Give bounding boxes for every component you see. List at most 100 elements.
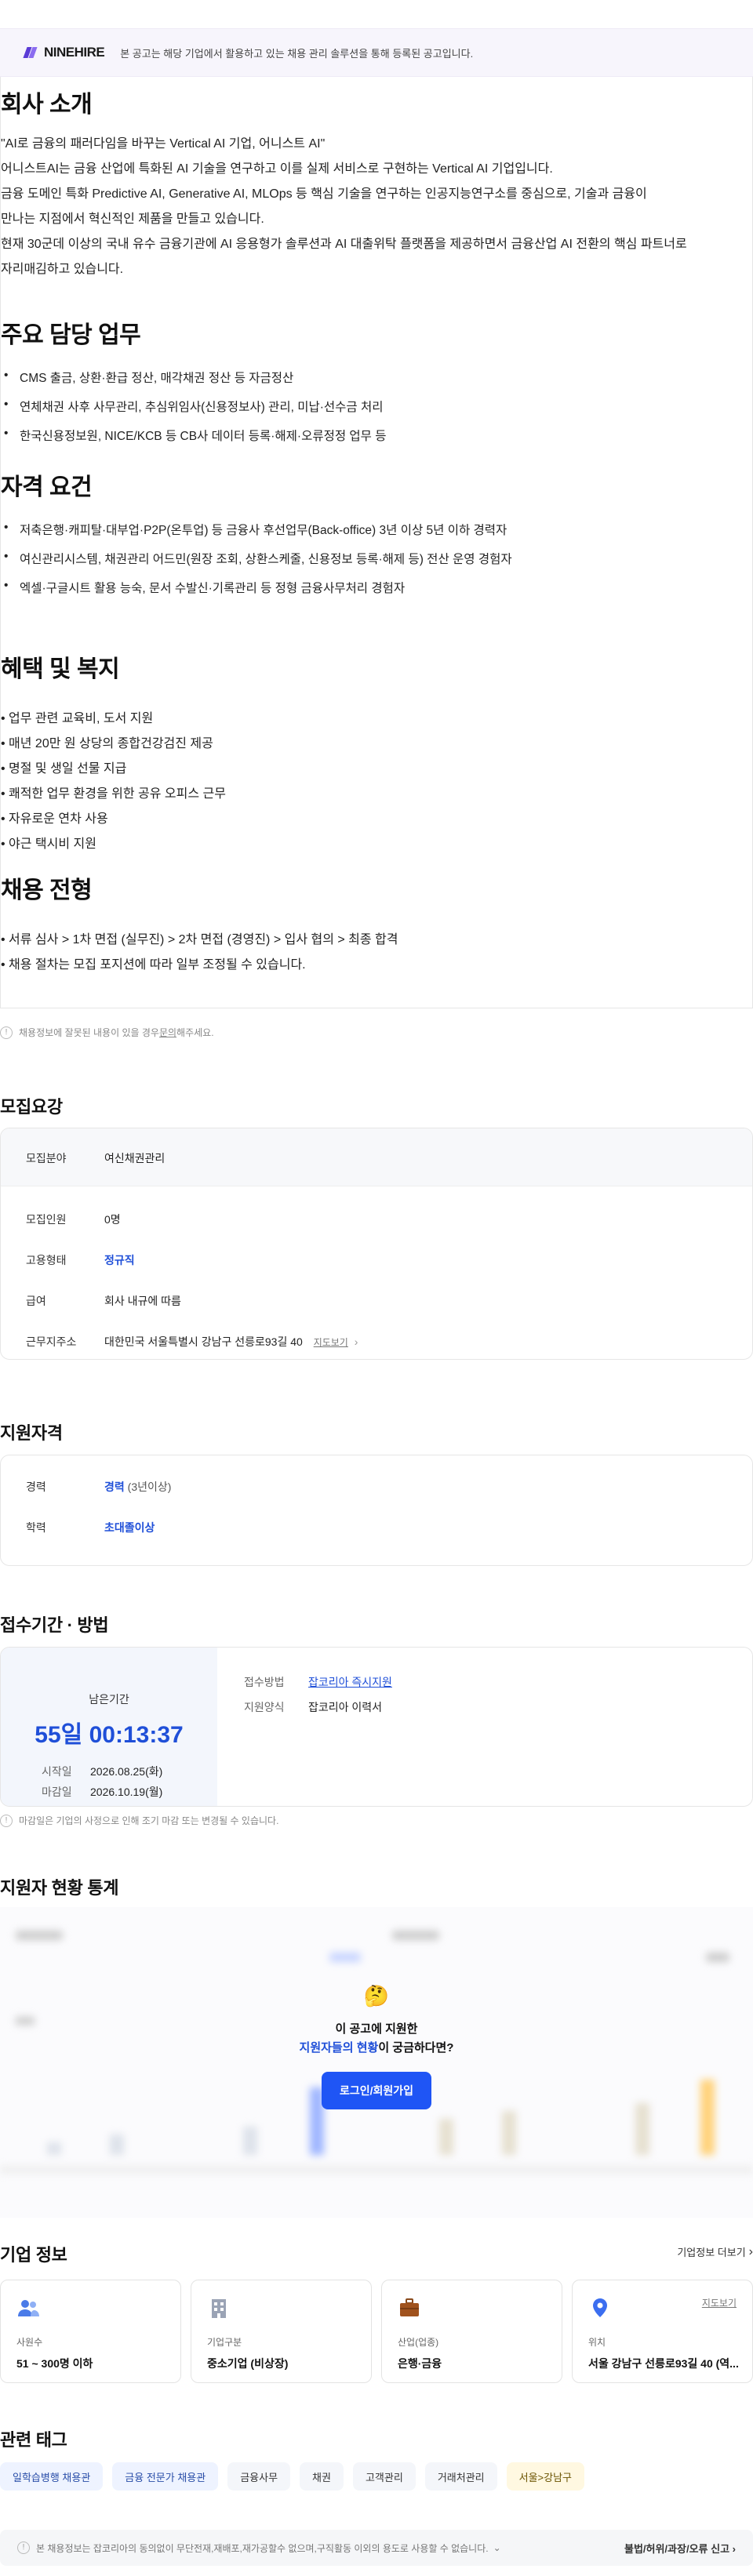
start-label: 시작일	[42, 1765, 72, 1778]
report-link[interactable]: 불법/허위/과장/오류 신고 ›	[624, 2541, 736, 2556]
benefit-item: • 명절 및 생일 선물 지급	[1, 762, 127, 776]
card-value: 51 ~ 300명 이하	[16, 2357, 93, 2370]
company-more-label: 기업정보 더보기	[677, 2247, 746, 2258]
education-value: 초대졸이상	[104, 1521, 155, 1534]
qual-item: 여신관리시스템, 채권관리 어드민(원장 조회, 상환스케줄, 신용정보 등록·…	[4, 550, 512, 567]
duty-item: 한국신용정보원, NICE/KCB 등 CB사 데이터 등록·해제·오류정정 업…	[4, 427, 386, 444]
card-value: 중소기업 (비상장)	[207, 2357, 289, 2370]
job-description: 회사 소개 "AI로 금융의 패러다임을 바꾸는 Vertical AI 기업,…	[0, 77, 753, 1008]
eligibility-title: 지원자격	[0, 1423, 63, 1443]
company-more-link[interactable]: 기업정보 더보기 ›	[677, 2244, 753, 2259]
pay-value: 회사 내규에 따름	[104, 1295, 181, 1307]
pay-label: 급여	[26, 1295, 46, 1307]
location-value: 대한민국 서울특별시 강남구 선릉로93길 40	[104, 1335, 303, 1348]
end-date: 2026.10.19(월)	[90, 1786, 163, 1798]
location-label: 근무지주소	[26, 1335, 77, 1348]
career-value: 경력	[104, 1481, 125, 1493]
building-icon	[212, 2299, 226, 2318]
company-card-industry: 산업(업종) 은행·금융	[381, 2280, 562, 2383]
duty-item: CMS 출금, 상환·환급 정산, 매각채권 정산 등 자금정산	[4, 369, 293, 386]
benefit-item: • 야근 택시비 지원	[1, 837, 96, 851]
ninehire-logo: NINEHIRE	[23, 45, 105, 60]
career-label: 경력	[26, 1481, 46, 1493]
card-value: 서울 강남구 선릉로93길 40 (역...	[588, 2357, 739, 2370]
field-value: 여신채권관리	[104, 1152, 166, 1164]
stats-panel: 🤔 이 공고에 지원한 지원자들의 현황이 궁금하다면? 로그인/회원가입	[0, 1907, 753, 2218]
deadline-note: 마감일은 기업의 사정으로 인해 조기 마감 또는 변경될 수 있습니다.	[19, 1815, 279, 1826]
card-label: 위치	[588, 2337, 606, 2348]
info-icon: !	[17, 2541, 30, 2554]
notice-text: 채용정보에 잘못된 내용이 있을 경우	[19, 1027, 159, 1038]
error-report-notice: ! 채용정보에 잘못된 내용이 있을 경우 문의 해주세요.	[0, 1026, 214, 1039]
apply-method-link[interactable]: 잡코리아 즉시지원	[308, 1674, 392, 1690]
tag-item[interactable]: 금융사무	[227, 2462, 291, 2491]
benefit-item: • 쾌적한 업무 환경을 위한 공유 오피스 근무	[1, 787, 226, 801]
ninehire-banner: NINEHIRE 본 공고는 해당 기업에서 활용하고 있는 채용 관리 솔루션…	[0, 28, 753, 77]
chevron-right-icon: ›	[748, 2244, 753, 2258]
banner-text: 본 공고는 해당 기업에서 활용하고 있는 채용 관리 솔루션을 통해 등록된 …	[120, 47, 474, 60]
tag-item[interactable]: 거래처관리	[424, 2462, 497, 2491]
copyright-text: 본 채용정보는 잡코리아의 동의없이 무단전재,재배포,재가공할수 없으며,구직…	[36, 2542, 489, 2554]
start-date: 2026.08.25(화)	[90, 1765, 163, 1778]
process-item: • 서류 심사 > 1차 면접 (실무진) > 2차 면접 (경영진) > 입사…	[1, 933, 398, 946]
tags-title: 관련 태그	[0, 2430, 67, 2450]
company-cards: 사원수 51 ~ 300명 이하 기업구분 중소기업 (비상장) 산업(업종) …	[0, 2280, 753, 2383]
intro-line: 만나는 지점에서 혁신적인 제품을 만들고 있습니다.	[1, 213, 264, 226]
map-link[interactable]: 지도보기	[314, 1337, 348, 1348]
section-title-process: 채용 전형	[1, 877, 93, 903]
tag-item[interactable]: 금융 전문가 채용관	[112, 2462, 219, 2491]
blurred-stats-preview	[0, 1907, 753, 2218]
qual-item: 엑셀·구글시트 활용 능숙, 문서 수발신·기록관리 등 정형 금융사무처리 경…	[4, 579, 405, 596]
section-title-quals: 자격 요건	[1, 474, 93, 500]
remaining-panel: 남은기간 55일 00:13:37 시작일 2026.08.25(화) 마감일 …	[1, 1648, 217, 1806]
card-label: 사원수	[16, 2337, 43, 2348]
intro-line: 어니스트AI는 금융 산업에 특화된 AI 기술을 연구하고 이를 실제 서비스…	[1, 162, 553, 176]
company-card-type: 기업구분 중소기업 (비상장)	[191, 2280, 372, 2383]
logo-text: NINEHIRE	[44, 45, 105, 60]
briefcase-icon	[400, 2298, 419, 2316]
remaining-time: 55일 00:13:37	[35, 1722, 184, 1748]
tag-item[interactable]: 고객관리	[352, 2462, 416, 2491]
card-label: 기업구분	[207, 2337, 242, 2348]
chevron-down-icon[interactable]: ⌄	[493, 2542, 501, 2553]
thinking-emoji: 🤔	[363, 1984, 390, 2007]
benefit-item: • 매년 20만 원 상당의 종합건강검진 제공	[1, 737, 213, 750]
location-map-link[interactable]: 지도보기	[702, 2296, 737, 2309]
stats-prompt-highlight: 지원자들의 현황	[299, 2041, 379, 2055]
form-value: 잡코리아 이력서	[308, 1701, 383, 1713]
eligibility-box: 경력 경력 (3년이상) 학력 초대졸이상	[0, 1455, 753, 1566]
section-title-duties: 주요 담당 업무	[1, 322, 141, 348]
type-value: 정규직	[104, 1254, 135, 1266]
duty-item: 연체채권 사후 사무관리, 추심위임사(신용정보사) 관리, 미납·선수금 처리	[4, 398, 384, 415]
career-extra: (3년이상)	[127, 1481, 172, 1493]
tag-item[interactable]: 서울>강남구	[506, 2462, 585, 2491]
period-title: 접수기간 · 방법	[0, 1615, 109, 1635]
career-row: 경력 (3년이상)	[104, 1479, 171, 1495]
card-value: 은행·금융	[398, 2357, 442, 2370]
form-label: 지원양식	[244, 1701, 285, 1713]
info-icon: !	[0, 1814, 13, 1827]
benefit-item: • 자유로운 연차 사용	[1, 812, 108, 826]
stats-title: 지원자 현황 통계	[0, 1878, 119, 1898]
company-card-employees: 사원수 51 ~ 300명 이하	[0, 2280, 181, 2383]
notice-suffix: 해주세요.	[176, 1027, 214, 1038]
card-label: 산업(업종)	[398, 2337, 439, 2348]
company-title: 기업 정보	[0, 2245, 67, 2265]
qual-item: 저축은행·캐피탈·대부업·P2P(온투업) 등 금융사 후선업무(Back-of…	[4, 521, 507, 538]
benefit-item: • 업무 관련 교육비, 도서 지원	[1, 712, 154, 725]
education-label: 학력	[26, 1521, 46, 1534]
recruit-box: 모집분야 여신채권관리 모집인원 0명 고용형태 정규직 급여 회사 내규에 따…	[0, 1128, 753, 1360]
stats-prompt-line2: 지원자들의 현황이 궁금하다면?	[0, 2039, 753, 2055]
end-label: 마감일	[42, 1786, 72, 1798]
stats-prompt-line1: 이 공고에 지원한	[335, 2022, 418, 2036]
inquiry-link[interactable]: 문의	[159, 1026, 176, 1039]
section-title-intro: 회사 소개	[1, 92, 93, 118]
type-label: 고용형태	[26, 1254, 67, 1266]
intro-line: 현재 30군데 이상의 국내 유수 금융기관에 AI 응용형가 솔루션과 AI …	[1, 238, 687, 251]
tag-item[interactable]: 채권	[300, 2462, 344, 2491]
remaining-label: 남은기간	[89, 1693, 129, 1706]
tag-item[interactable]: 일학습병행 채용관	[0, 2462, 104, 2491]
login-signup-button[interactable]: 로그인/회원가입	[322, 2072, 431, 2109]
job-posting-page: NINEHIRE 본 공고는 해당 기업에서 활용하고 있는 채용 관리 솔루션…	[0, 0, 753, 2576]
intro-line: "AI로 금융의 패러다임을 바꾸는 Vertical AI 기업, 어니스트 …	[1, 137, 326, 151]
